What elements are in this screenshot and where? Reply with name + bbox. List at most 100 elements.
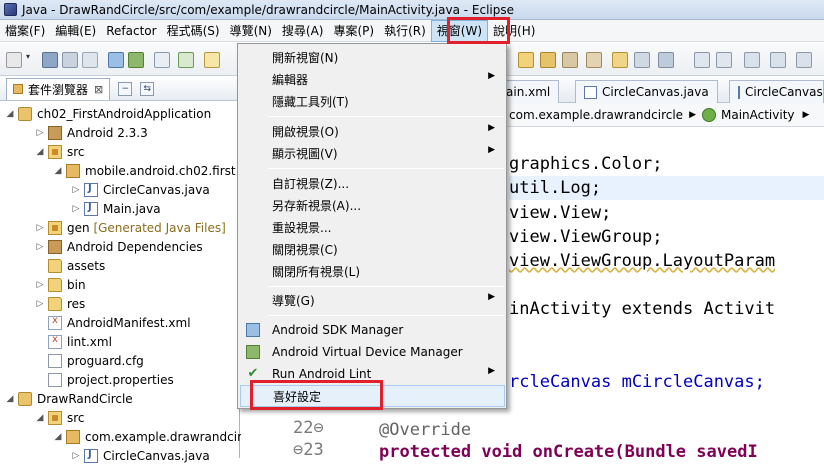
menu-item-android-avd-manager[interactable]: Android Virtual Device Manager — [240, 341, 505, 363]
back-dropdown-icon[interactable] — [770, 52, 786, 68]
code-line-annotation: @Override — [379, 420, 472, 440]
package-icon — [66, 163, 80, 178]
tree-item[interactable]: ◢ ch02_FirstAndroidApplication — [4, 104, 211, 123]
tree-item[interactable]: proguard.cfg — [34, 351, 144, 370]
collapse-arrow-icon[interactable]: ◢ — [4, 109, 16, 119]
folder-icon[interactable] — [612, 52, 628, 68]
menu-file[interactable]: 檔案(F) — [0, 20, 50, 42]
collapse-arrow-icon[interactable]: ◢ — [34, 147, 46, 157]
search-icon[interactable] — [562, 52, 578, 68]
tree-item[interactable]: ▷ Android Dependencies — [34, 237, 203, 256]
library-icon — [48, 239, 62, 254]
link-with-editor-icon[interactable]: ⇆ — [140, 81, 155, 96]
tree-item[interactable]: ◢ DrawRandCircle — [4, 389, 133, 408]
android-sdk-icon — [246, 323, 260, 337]
menu-source[interactable]: 程式碼(S) — [162, 20, 225, 42]
expand-arrow-icon[interactable]: ▷ — [70, 185, 82, 195]
open-folder-icon[interactable] — [540, 52, 556, 68]
breadcrumb-package[interactable]: com.example.drawrandcircle — [509, 108, 683, 122]
collapse-arrow-icon[interactable]: ◢ — [34, 413, 46, 423]
annotation-next-icon[interactable] — [716, 52, 732, 68]
menu-item-close-all-perspectives[interactable]: 關閉所有視景(L) — [240, 260, 505, 282]
tree-item[interactable]: ◢ mobile.android.ch02.first — [52, 161, 236, 180]
breadcrumb-class[interactable]: MainActivity — [721, 108, 795, 122]
tree-item[interactable]: ▷ res — [34, 294, 85, 313]
menu-item-open-perspective[interactable]: 開啟視景(O) ▶ — [240, 120, 505, 142]
tree-item[interactable]: ▷Main.java — [70, 199, 161, 218]
menu-item-navigation[interactable]: 導覽(G) ▶ — [240, 289, 505, 311]
collapse-arrow-icon[interactable]: ◢ — [52, 432, 64, 442]
line-number: 22⊖ — [293, 418, 324, 438]
tree-item[interactable]: ▷ gen [Generated Java Files] — [34, 218, 226, 237]
expand-arrow-icon[interactable]: ▷ — [34, 223, 46, 233]
back-icon[interactable] — [744, 52, 760, 68]
tree-item[interactable]: ◢ src — [34, 408, 85, 427]
link-icon[interactable] — [634, 52, 650, 68]
tree-item[interactable]: assets — [34, 256, 105, 275]
menu-project[interactable]: 專案(P) — [328, 20, 379, 42]
menu-navigate[interactable]: 導覽(N) — [225, 20, 277, 42]
expand-arrow-icon[interactable]: ▷ — [34, 299, 46, 309]
new-icon[interactable] — [6, 52, 22, 68]
window-menu-dropdown: 開新視窗(N) 編輯器 ▶ 隱藏工具列(T) 開啟視景(O) ▶ 顯示視圖(V) ▶ … — [237, 43, 507, 409]
menu-item-editor[interactable]: 編輯器 ▶ — [240, 68, 505, 90]
code-line: view.ViewGroup.LayoutParam — [509, 251, 776, 271]
code-line: view.View; — [509, 203, 612, 223]
menu-item-hide-toolbar[interactable]: 隱藏工具列(T) — [240, 90, 505, 112]
menu-item-save-perspective-as[interactable]: 另存新視景(A)... — [240, 194, 505, 216]
expand-arrow-icon[interactable]: ▷ — [70, 204, 82, 214]
save-all-icon[interactable] — [62, 52, 78, 68]
expand-arrow-icon[interactable]: ▷ — [70, 451, 82, 461]
menu-item-new-window[interactable]: 開新視窗(N) — [240, 46, 505, 68]
expand-arrow-icon[interactable]: ▷ — [34, 242, 46, 252]
menu-window[interactable]: 視窗(W) — [430, 19, 489, 42]
collapse-arrow-icon[interactable]: ◢ — [52, 166, 64, 176]
menu-item-run-android-lint[interactable]: ✔ Run Android Lint ▶ — [240, 363, 505, 385]
tree-item[interactable]: project.properties — [34, 370, 174, 389]
menu-refactor[interactable]: Refactor — [101, 20, 161, 42]
menu-item-preferences[interactable]: 喜好設定 — [240, 385, 505, 407]
close-icon[interactable]: ⊠ — [94, 83, 103, 96]
menu-item-android-sdk-manager[interactable]: Android SDK Manager — [240, 319, 505, 341]
collapse-all-icon[interactable]: − — [118, 81, 133, 96]
menu-edit[interactable]: 編輯(E) — [50, 20, 101, 42]
annotation-icon[interactable] — [694, 52, 710, 68]
android-sdk-icon[interactable] — [108, 52, 124, 68]
tree-item[interactable]: ▷ bin — [34, 275, 86, 294]
file-icon — [48, 372, 62, 387]
tree-item[interactable]: ◢ com.example.drawrandcircle — [52, 427, 259, 446]
edit-icon[interactable] — [658, 52, 674, 68]
tab-package-explorer[interactable]: 套件瀏覽器 ⊠ — [6, 77, 111, 100]
forward-icon[interactable] — [796, 52, 812, 68]
menu-bar: 檔案(F) 編輯(E) Refactor 程式碼(S) 導覽(N) 搜尋(A) … — [0, 19, 824, 42]
tree-item[interactable]: ▷ Android 2.3.3 — [34, 123, 148, 142]
mark-occurrences-icon[interactable] — [178, 52, 194, 68]
tree-item[interactable]: ▷CircleCanvas.java — [70, 446, 210, 465]
tab-editor-circlecanvas-2[interactable]: CircleCanvas.java — [729, 80, 824, 103]
menu-item-customize-perspective[interactable]: 自訂視景(Z)... — [240, 172, 505, 194]
submenu-arrow-icon: ▶ — [488, 123, 495, 133]
menu-item-show-view[interactable]: 顯示視圖(V) ▶ — [240, 142, 505, 164]
android-avd-icon[interactable] — [128, 52, 144, 68]
collapse-arrow-icon[interactable]: ◢ — [4, 394, 16, 404]
toggle-icon[interactable] — [154, 52, 170, 68]
menu-item-reset-perspective[interactable]: 重設視景... — [240, 216, 505, 238]
tree-item[interactable]: ▷CircleCanvas.java — [70, 180, 210, 199]
dropdown-arrow-icon[interactable]: ▾ — [26, 52, 34, 68]
menu-item-close-perspective[interactable]: 關閉視景(C) — [240, 238, 505, 260]
tree-item[interactable]: AndroidManifest.xml — [34, 313, 191, 332]
menu-search[interactable]: 搜尋(A) — [277, 20, 329, 42]
tree-item[interactable]: ◢ src — [34, 142, 85, 161]
highlight-icon[interactable] — [204, 52, 220, 68]
tab-editor-circlecanvas[interactable]: CircleCanvas.java — [575, 80, 718, 103]
menu-help[interactable]: 說明(H) — [488, 20, 540, 42]
expand-arrow-icon[interactable]: ▷ — [34, 280, 46, 290]
print-icon[interactable] — [82, 52, 98, 68]
open-type-icon[interactable] — [518, 52, 534, 68]
java-file-icon — [584, 85, 597, 99]
tree-item[interactable]: lint.xml — [34, 332, 112, 351]
save-icon[interactable] — [42, 52, 58, 68]
menu-run[interactable]: 執行(R) — [379, 20, 431, 42]
pencil-icon[interactable] — [586, 52, 602, 68]
expand-arrow-icon[interactable]: ▷ — [34, 128, 46, 138]
